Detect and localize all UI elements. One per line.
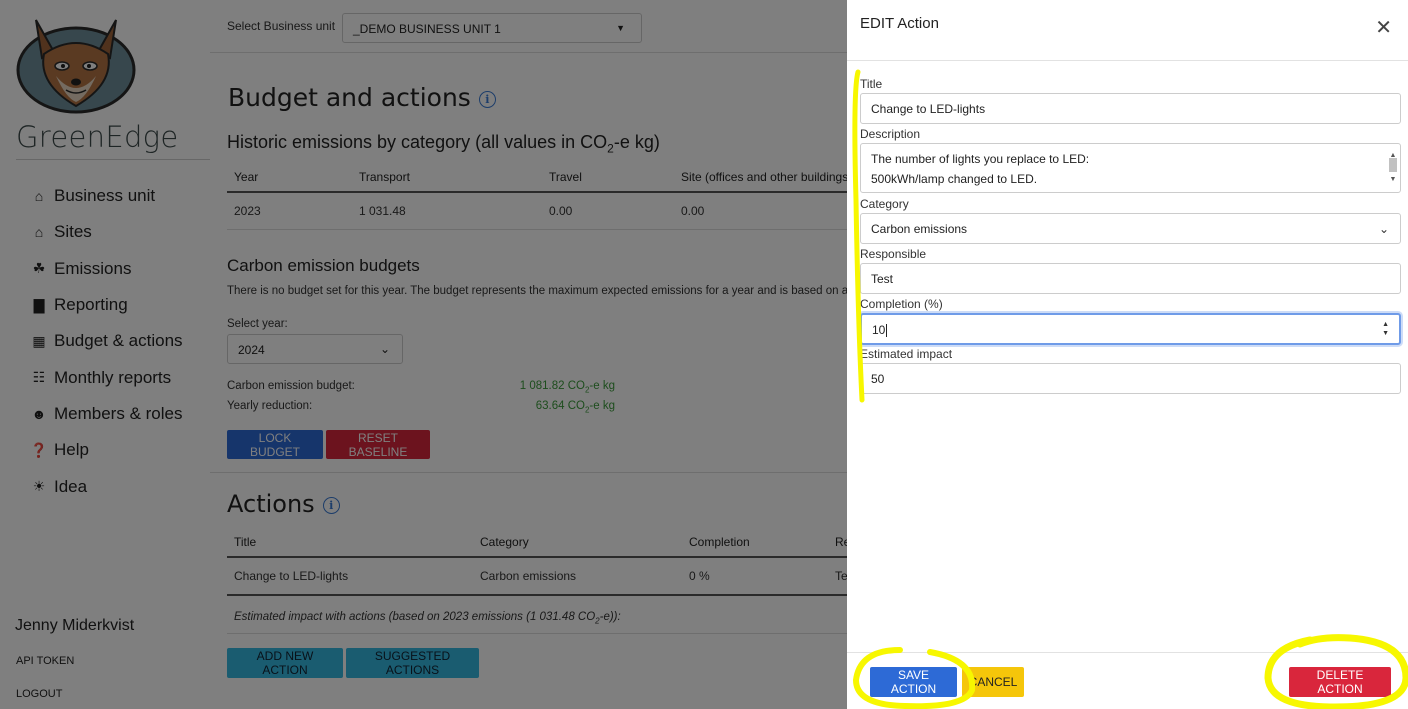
category-value: Carbon emissions: [871, 222, 968, 236]
scroll-down-icon[interactable]: ▼: [1388, 170, 1398, 190]
impact-label: Estimated impact: [860, 347, 953, 361]
impact-input[interactable]: 50: [860, 363, 1401, 394]
divider: [847, 60, 1408, 61]
delete-action-button[interactable]: DELETE ACTION: [1289, 667, 1391, 697]
drawer-title: EDIT Action: [860, 15, 939, 32]
description-line: The number of lights you replace to LED:: [871, 152, 1090, 166]
completion-input[interactable]: 10 ▲ ▼: [860, 313, 1401, 345]
category-label: Category: [860, 197, 909, 211]
responsible-label: Responsible: [860, 247, 927, 261]
divider: [847, 652, 1408, 653]
close-icon[interactable]: ✕: [1375, 18, 1392, 38]
description-line: 500kWh/lamp changed to LED.: [871, 172, 1038, 186]
spin-up-icon[interactable]: ▲: [1382, 321, 1389, 328]
responsible-input[interactable]: Test: [860, 263, 1401, 294]
title-input[interactable]: Change to LED-lights: [860, 93, 1401, 124]
spin-down-icon[interactable]: ▼: [1382, 330, 1389, 337]
save-action-button[interactable]: SAVE ACTION: [870, 667, 957, 697]
responsible-value: Test: [871, 272, 894, 286]
text-caret: [886, 324, 888, 338]
title-label: Title: [860, 77, 883, 91]
completion-label: Completion (%): [860, 297, 943, 311]
cancel-button[interactable]: CANCEL: [962, 667, 1024, 697]
chevron-down-icon: ⌄: [1378, 222, 1389, 236]
textarea-scrollbar[interactable]: ▲ ▼: [1388, 146, 1398, 190]
modal-backdrop[interactable]: [0, 0, 847, 709]
category-select[interactable]: Carbon emissions ⌄: [860, 213, 1401, 244]
number-spinner[interactable]: ▲ ▼: [1382, 320, 1389, 338]
completion-value: 10: [872, 323, 886, 337]
description-label: Description: [860, 127, 921, 141]
edit-action-drawer: EDIT Action ✕ Title Change to LED-lights…: [847, 0, 1408, 709]
impact-value: 50: [871, 372, 885, 386]
description-textarea[interactable]: The number of lights you replace to LED:…: [860, 143, 1401, 193]
title-value: Change to LED-lights: [871, 102, 986, 116]
